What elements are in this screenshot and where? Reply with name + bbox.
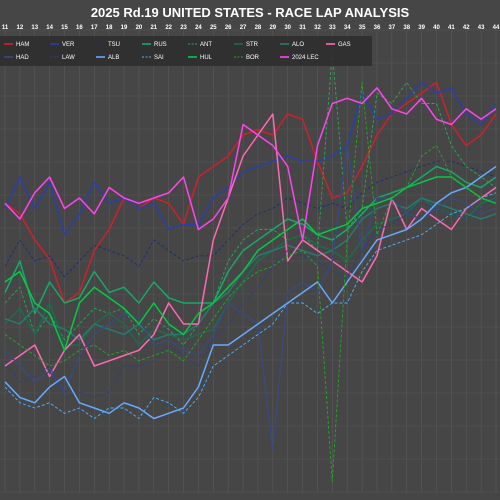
legend-label-alb: ALB (108, 55, 119, 61)
legend-label-bor: BOR (246, 55, 260, 61)
lap-label-11: 11 (2, 25, 9, 31)
legend-label-ant: ANT (200, 42, 212, 48)
lap-label-24: 24 (195, 25, 202, 31)
legend-label-had: HAD (16, 55, 29, 61)
lap-label-28: 28 (255, 25, 262, 31)
legend-label-str: STR (246, 42, 259, 48)
legend-label-hul: HUL (200, 55, 213, 61)
lap-label-33: 33 (329, 25, 336, 31)
lap-label-38: 38 (403, 25, 410, 31)
lap-label-32: 32 (314, 25, 321, 31)
chart-title: 2025 Rd.19 UNITED STATES - RACE LAP ANAL… (91, 5, 410, 20)
lap-label-23: 23 (180, 25, 187, 31)
lap-label-44: 44 (493, 25, 500, 31)
legend-label-2024-lec: 2024 LEC (292, 55, 319, 61)
legend-label-alo: ALO (292, 42, 304, 48)
lap-label-27: 27 (240, 25, 247, 31)
lap-label-20: 20 (136, 25, 143, 31)
lap-label-42: 42 (463, 25, 470, 31)
lap-label-43: 43 (478, 25, 485, 31)
chart-background (0, 0, 500, 500)
legend-label-tsu: TSU (108, 42, 120, 48)
lap-label-37: 37 (389, 25, 396, 31)
lap-label-14: 14 (46, 25, 53, 31)
lap-label-29: 29 (269, 25, 276, 31)
lap-label-30: 30 (284, 25, 291, 31)
legend: HAM VER TSU RUS ANT STR ALO GAS HAD LAW ALB SAI HUL B… (0, 36, 372, 66)
lap-label-34: 34 (344, 25, 351, 31)
lap-label-41: 41 (448, 25, 455, 31)
legend-label-sai: SAI (154, 55, 164, 61)
lap-label-31: 31 (299, 25, 306, 31)
lap-label-13: 13 (31, 25, 38, 31)
lap-label-40: 40 (433, 25, 440, 31)
lap-label-39: 39 (418, 25, 425, 31)
lap-label-26: 26 (225, 25, 232, 31)
lap-label-25: 25 (210, 25, 217, 31)
lap-label-15: 15 (61, 25, 68, 31)
chart: 2025 Rd.19 UNITED STATES - RACE LAP ANAL… (0, 0, 500, 500)
lap-label-36: 36 (374, 25, 381, 31)
lap-label-22: 22 (165, 25, 172, 31)
legend-label-ham: HAM (16, 42, 29, 48)
legend-label-rus: RUS (154, 42, 167, 48)
legend-label-gas: GAS (338, 42, 351, 48)
legend-label-ver: VER (62, 42, 75, 48)
legend-background (0, 36, 372, 66)
lap-label-16: 16 (76, 25, 83, 31)
lap-label-19: 19 (121, 25, 128, 31)
lap-label-21: 21 (150, 25, 157, 31)
lap-label-12: 12 (17, 25, 24, 31)
legend-label-law: LAW (62, 55, 75, 61)
lap-label-35: 35 (359, 25, 366, 31)
lap-label-17: 17 (91, 25, 98, 31)
lap-label-18: 18 (106, 25, 113, 31)
